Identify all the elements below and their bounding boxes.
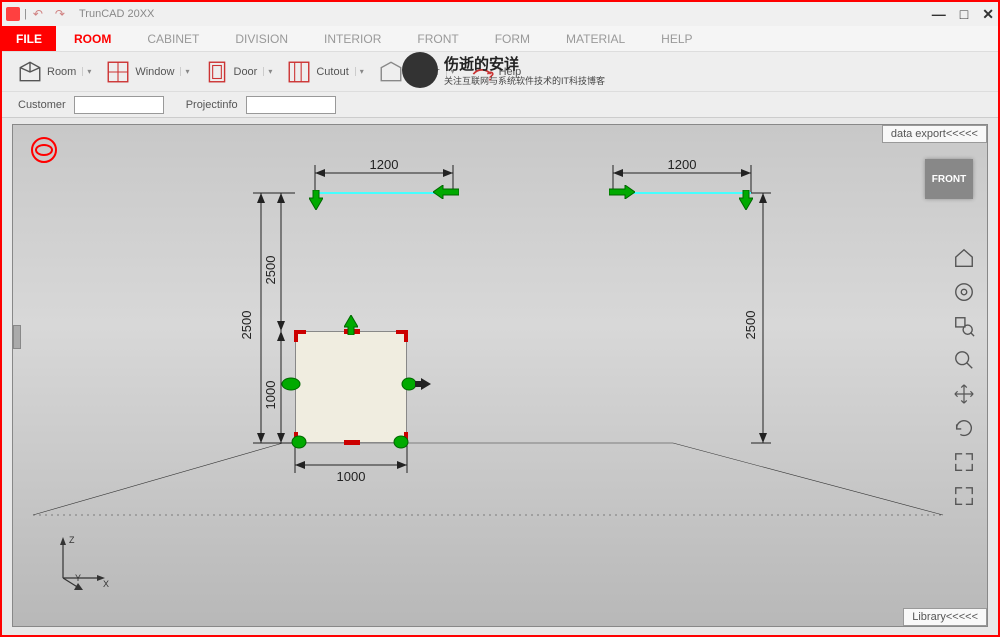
- divider: |: [24, 8, 27, 20]
- undo-icon[interactable]: ↶: [33, 7, 43, 21]
- menu-front[interactable]: FRONT: [399, 26, 476, 51]
- app-icon: [6, 7, 20, 21]
- mid-marker: [344, 440, 360, 445]
- dim-room-width: 1000: [337, 469, 366, 484]
- drag-handle-icon[interactable]: [309, 190, 323, 210]
- customer-label: Customer: [18, 99, 66, 111]
- dim-height-left-inner: 2500: [263, 256, 278, 285]
- menu-file[interactable]: FILE: [2, 26, 56, 51]
- menu-cabinet[interactable]: CABINET: [129, 26, 217, 51]
- drag-handle-icon[interactable]: [609, 185, 635, 199]
- drag-handle-icon[interactable]: [401, 377, 431, 391]
- room-icon: [17, 60, 43, 84]
- tool-room[interactable]: Room ▾: [12, 57, 96, 87]
- drag-handle-icon[interactable]: [291, 435, 307, 449]
- door-icon: [204, 60, 230, 84]
- svg-text:X: X: [103, 579, 109, 589]
- menu-help[interactable]: HELP: [643, 26, 710, 51]
- menu-material[interactable]: MATERIAL: [548, 26, 643, 51]
- room-object[interactable]: [295, 331, 407, 443]
- viewport[interactable]: data export<<<<< Library<<<<< FRONT 1200…: [12, 124, 988, 627]
- chevron-down-icon: ▾: [180, 67, 189, 76]
- fieldbar: Customer Projectinfo: [2, 92, 998, 118]
- svg-text:Z: Z: [69, 535, 75, 545]
- axis-gizmo[interactable]: Z X Y: [43, 533, 113, 598]
- projectinfo-label: Projectinfo: [186, 99, 238, 111]
- dim-height-left-outer: 2500: [239, 311, 254, 340]
- drag-handle-icon[interactable]: [393, 435, 409, 449]
- cutout-icon: [286, 60, 312, 84]
- redo-icon[interactable]: ↷: [55, 7, 65, 21]
- customer-input[interactable]: [74, 96, 164, 114]
- menu-room[interactable]: ROOM: [56, 26, 129, 51]
- watermark-sub: 关注互联网与系统软件技术的IT科技博客: [444, 74, 605, 87]
- watermark-title: 伤逝的安详: [444, 53, 605, 74]
- svg-text:Y: Y: [75, 573, 81, 583]
- window-title: TrunCAD 20XX: [79, 8, 154, 20]
- chevron-down-icon: ▾: [263, 67, 272, 76]
- drag-handle-icon[interactable]: [281, 377, 301, 391]
- menu-division[interactable]: DIVISION: [217, 26, 306, 51]
- window-icon: [105, 60, 131, 84]
- poster-icon: [378, 60, 404, 84]
- menu-interior[interactable]: INTERIOR: [306, 26, 399, 51]
- menubar: FILE ROOM CABINET DIVISION INTERIOR FRON…: [2, 26, 998, 52]
- tool-door[interactable]: Door ▾: [199, 57, 278, 87]
- drag-handle-icon[interactable]: [344, 315, 358, 335]
- drag-handle-icon[interactable]: [739, 190, 753, 210]
- watermark-icon: [402, 52, 438, 88]
- dim-top-right: 1200: [668, 157, 697, 172]
- drag-handle-icon[interactable]: [433, 185, 459, 199]
- dim-room-height: 1000: [263, 381, 278, 410]
- titlebar: | ↶ ↷ TrunCAD 20XX — □ ✕: [2, 2, 998, 26]
- menu-form[interactable]: FORM: [477, 26, 548, 51]
- drawing-canvas: 1200 1200 2500 2500 1000 2500: [13, 125, 987, 626]
- chevron-down-icon: ▾: [355, 67, 364, 76]
- close-button[interactable]: ✕: [982, 6, 994, 23]
- tool-window[interactable]: Window ▾: [100, 57, 194, 87]
- dim-height-right: 2500: [743, 311, 758, 340]
- corner-marker: [396, 330, 408, 342]
- maximize-button[interactable]: □: [960, 6, 968, 23]
- dim-top-left: 1200: [370, 157, 399, 172]
- projectinfo-input[interactable]: [246, 96, 336, 114]
- tool-cutout[interactable]: Cutout ▾: [281, 57, 368, 87]
- corner-marker: [294, 330, 306, 342]
- minimize-button[interactable]: —: [932, 6, 946, 23]
- chevron-down-icon: ▾: [82, 67, 91, 76]
- watermark: 伤逝的安详 关注互联网与系统软件技术的IT科技博客: [402, 52, 605, 88]
